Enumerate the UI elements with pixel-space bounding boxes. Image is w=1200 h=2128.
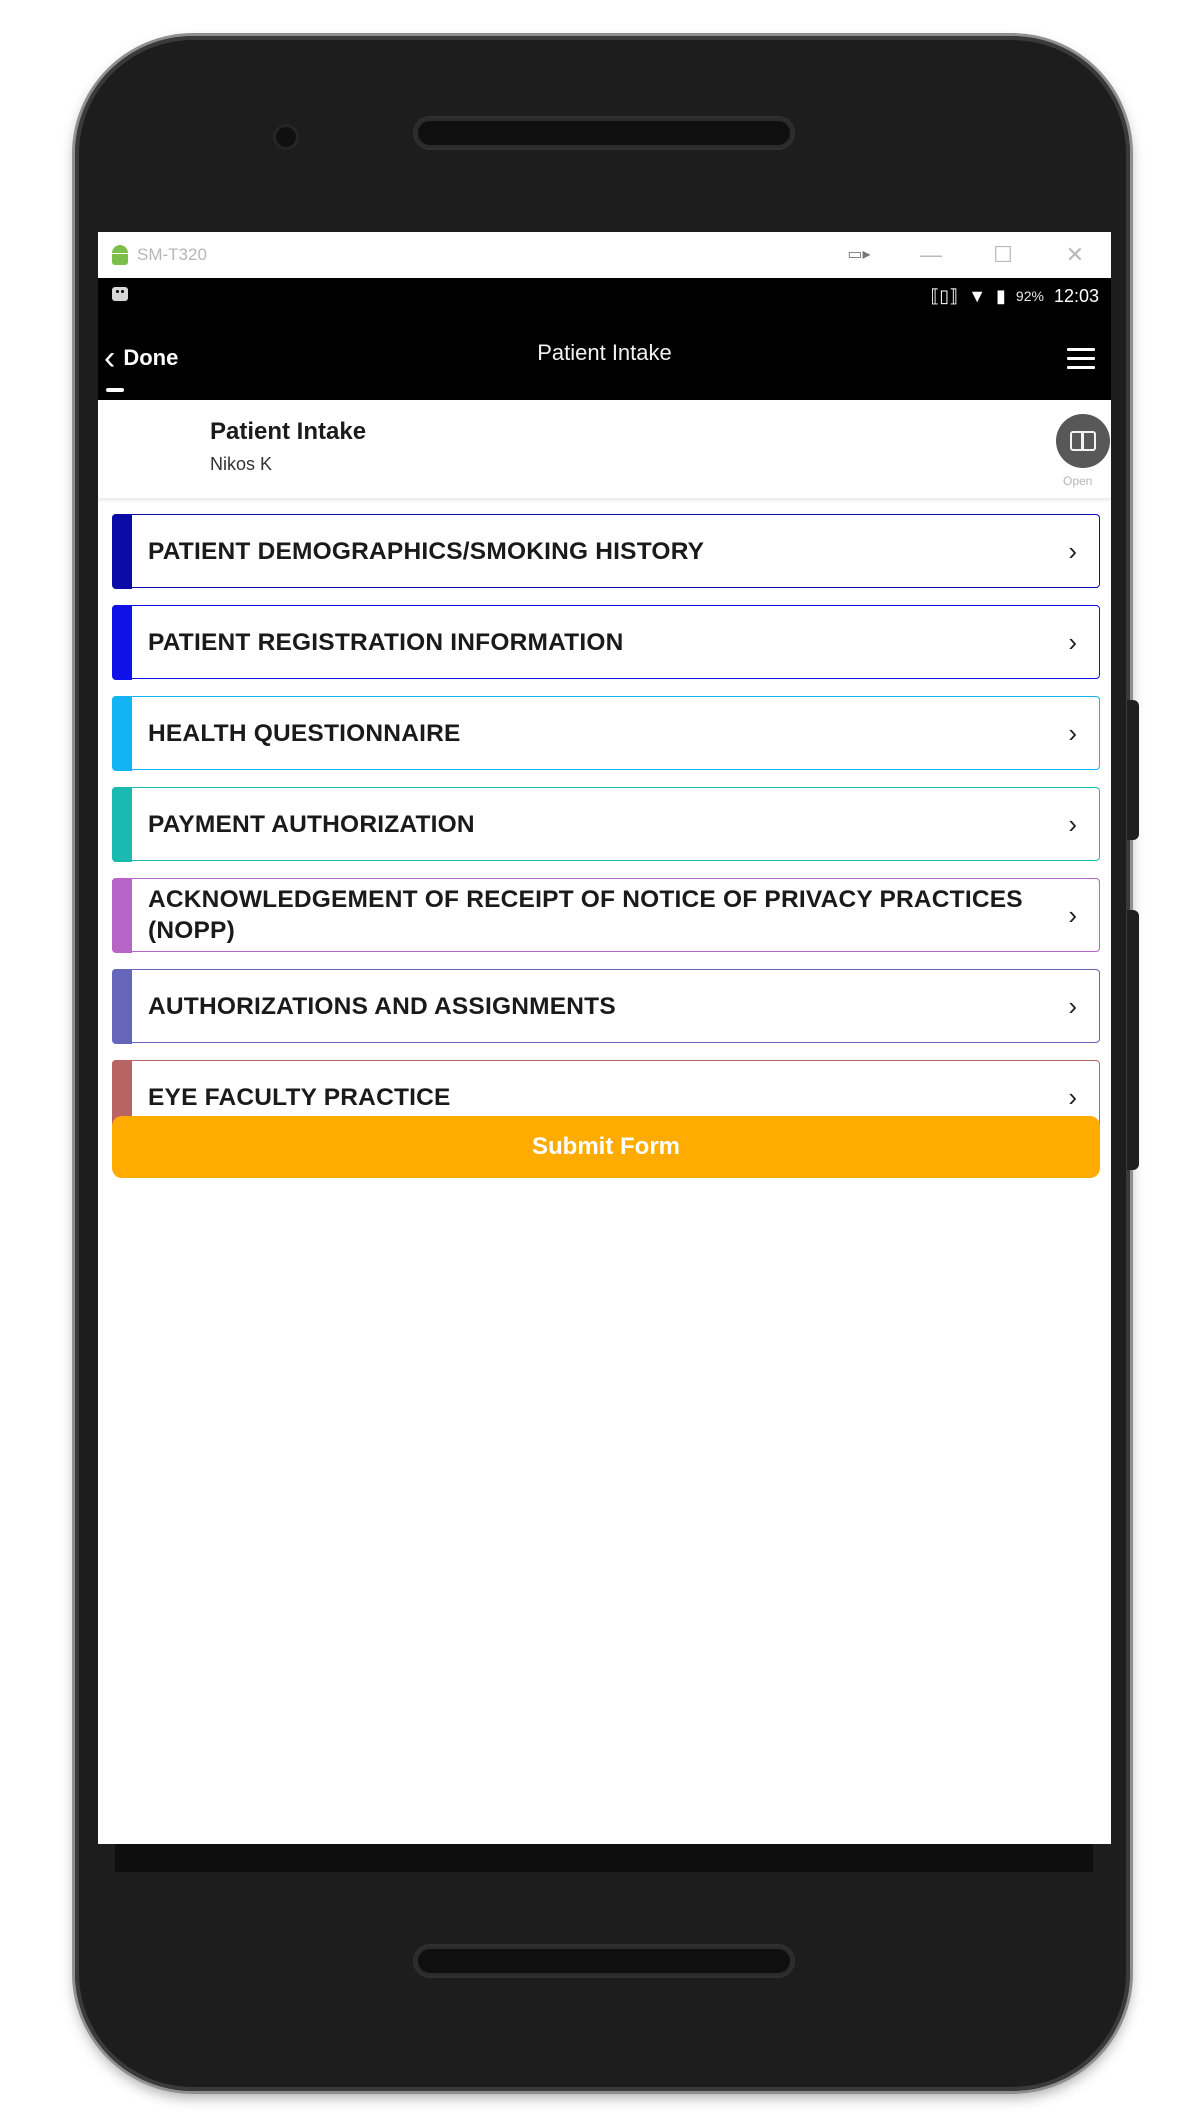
submit-form-button[interactable]: Submit Form: [112, 1116, 1100, 1178]
section-color-stripe: [111, 695, 132, 771]
minimize-button[interactable]: —: [895, 232, 967, 278]
top-speaker: [415, 118, 793, 148]
section-list: PATIENT DEMOGRAPHICS/SMOKING HISTORY › PAT…: [111, 513, 1100, 1151]
battery-percent: 92%: [1015, 288, 1044, 304]
chevron-right-icon: ›: [1068, 627, 1077, 657]
section-card[interactable]: ACKNOWLEDGEMENT OF RECEIPT OF NOTICE OF …: [111, 877, 1100, 953]
section-card[interactable]: HEALTH QUESTIONNAIRE ›: [111, 695, 1100, 771]
section-label: HEALTH QUESTIONNAIRE: [148, 719, 461, 747]
battery-icon: ▮: [996, 285, 1006, 306]
submit-label: Submit Form: [532, 1133, 680, 1160]
robot-icon: [112, 287, 128, 301]
chevron-left-icon: ‹: [104, 339, 116, 377]
section-card[interactable]: PATIENT DEMOGRAPHICS/SMOKING HISTORY ›: [111, 513, 1100, 589]
done-label: Done: [123, 345, 179, 370]
chevron-right-icon: ›: [1068, 718, 1077, 748]
power-button: [1127, 910, 1139, 1170]
nav-bar-strip: [115, 1844, 1093, 1872]
volume-button: [1127, 700, 1139, 840]
hamburger-menu-icon[interactable]: [1067, 348, 1095, 370]
android-icon: [111, 245, 129, 265]
open-label: Open: [1063, 474, 1093, 488]
book-icon: [1070, 431, 1096, 451]
cast-icon[interactable]: ▭▸: [823, 232, 895, 278]
chevron-right-icon: ›: [1068, 536, 1077, 566]
chevron-right-icon: ›: [1068, 991, 1077, 1021]
wifi-icon: ▼: [968, 285, 987, 306]
section-color-stripe: [111, 968, 132, 1044]
app-header: Patient Intake ‹ Done: [98, 314, 1111, 400]
status-bar: ⟦▯⟧ ▼ ▮ 92% 12:03: [98, 278, 1111, 314]
vibrate-icon: ⟦▯⟧: [930, 285, 959, 306]
window-controls: ▭▸ — ☐ ✕: [823, 232, 1111, 278]
form-header: Patient Intake Nikos K Open: [98, 400, 1111, 498]
section-label: EYE FACULTY PRACTICE: [148, 1083, 451, 1111]
front-camera: [273, 124, 299, 150]
section-label: PATIENT REGISTRATION INFORMATION: [148, 628, 624, 656]
header-title: Patient Intake: [537, 340, 672, 365]
emulator-title: SM-T320: [137, 245, 207, 264]
form-title: Patient Intake: [210, 418, 367, 445]
focus-indicator: [106, 388, 124, 392]
section-card[interactable]: PATIENT REGISTRATION INFORMATION ›: [111, 604, 1100, 680]
clock-time: 12:03: [1053, 285, 1099, 306]
section-color-stripe: [111, 513, 132, 589]
close-button[interactable]: ✕: [1039, 232, 1111, 278]
chevron-right-icon: ›: [1068, 900, 1077, 930]
chevron-right-icon: ›: [1068, 809, 1077, 839]
section-label: PAYMENT AUTHORIZATION: [148, 810, 475, 838]
section-color-stripe: [111, 604, 132, 680]
section-card[interactable]: AUTHORIZATIONS AND ASSIGNMENTS ›: [111, 968, 1100, 1044]
device-screen: SM-T320 ▭▸ — ☐ ✕ ⟦▯⟧ ▼ ▮ 92% 12:03 Patie…: [98, 232, 1111, 1844]
maximize-button[interactable]: ☐: [967, 232, 1039, 278]
section-label: ACKNOWLEDGEMENT OF RECEIPT OF NOTICE OF …: [148, 886, 1023, 944]
emulator-title-bar: SM-T320 ▭▸ — ☐ ✕: [98, 232, 1111, 279]
section-card[interactable]: PAYMENT AUTHORIZATION ›: [111, 786, 1100, 862]
bottom-speaker: [415, 1946, 793, 1976]
done-button[interactable]: ‹ Done: [104, 336, 178, 380]
section-label: AUTHORIZATIONS AND ASSIGNMENTS: [148, 992, 616, 1020]
open-button[interactable]: [1056, 414, 1110, 468]
patient-name: Nikos K: [210, 454, 273, 474]
section-color-stripe: [111, 786, 132, 862]
section-label: PATIENT DEMOGRAPHICS/SMOKING HISTORY: [148, 537, 705, 565]
section-color-stripe: [111, 877, 132, 953]
